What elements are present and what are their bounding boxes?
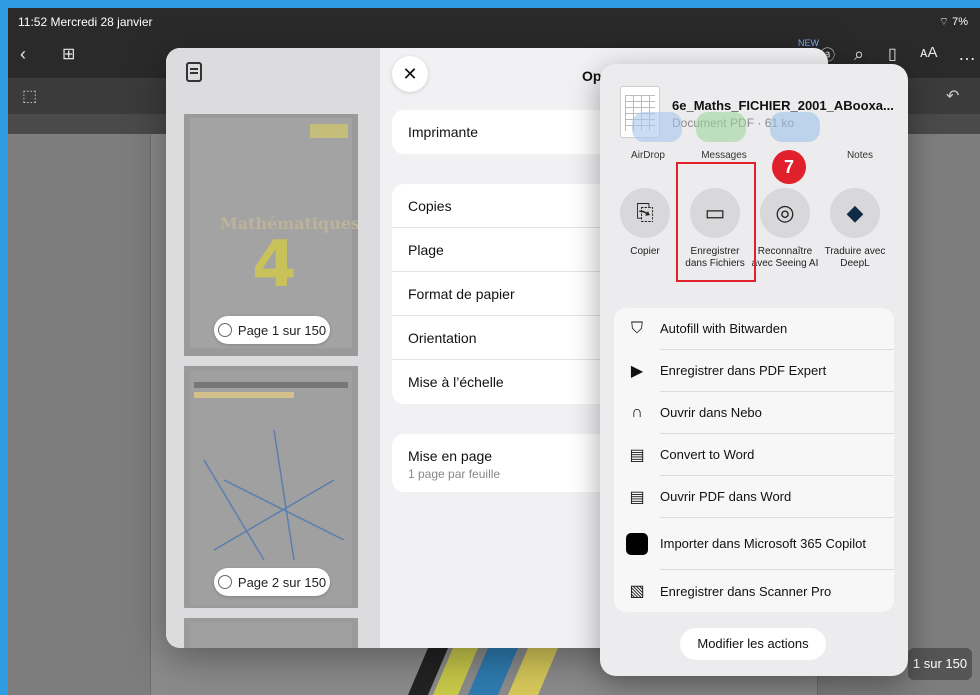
step-badge: 7: [772, 150, 806, 184]
scanner-pro-icon: ▧: [629, 583, 645, 600]
book-icon[interactable]: ▯: [888, 44, 897, 64]
action-label: Traduire avec DeepL: [824, 246, 886, 269]
list-item-pdf-expert[interactable]: ▶ Enregistrer dans PDF Expert: [614, 350, 894, 392]
highlight-box: [676, 162, 756, 282]
action-copy[interactable]: ⎘ Copier: [610, 188, 680, 258]
grid-icon[interactable]: ⊞: [62, 44, 75, 64]
radio-icon: [217, 323, 232, 337]
list-item-scanner-pro[interactable]: ▧ Enregistrer dans Scanner Pro: [614, 570, 894, 612]
shield-icon: ⛉: [630, 320, 643, 337]
list-item-copilot[interactable]: Importer dans Microsoft 365 Copilot: [614, 518, 894, 570]
list-item-open-word[interactable]: ▤ Ouvrir PDF dans Word: [614, 476, 894, 518]
row-label: Orientation: [408, 329, 477, 346]
more-icon[interactable]: …: [958, 44, 976, 65]
status-bar: 11:52 Mercredi 28 janvier ⌔ 7%: [8, 8, 980, 34]
action-deepl[interactable]: ◆ Traduire avec DeepL: [820, 188, 890, 270]
copilot-icon-shape: [626, 533, 648, 555]
page-label: Page 2 sur 150: [237, 574, 327, 590]
deepl-icon: ◆: [830, 188, 880, 238]
copy-icon: ⎘: [620, 188, 670, 238]
share-actions-list: ⛉ Autofill with Bitwarden ▶ Enregistrer da…: [614, 308, 894, 612]
page-thumbnail-3[interactable]: [184, 618, 358, 648]
thumb-number-art: 4: [252, 228, 297, 302]
airdrop-app-icon: [632, 112, 682, 142]
edit-actions-button[interactable]: Modifier les actions: [680, 628, 826, 660]
action-label: Copier: [630, 246, 660, 257]
page-thumbnails-panel: Mathématiques 4 Page 1 sur 150 Page 2 su…: [166, 48, 380, 648]
list-item-bitwarden[interactable]: ⛉ Autofill with Bitwarden: [614, 308, 894, 350]
thumbnail-paper: [190, 622, 352, 648]
close-button[interactable]: ✕: [392, 56, 428, 92]
thumb-heading-bar: [194, 382, 348, 388]
copilot-icon: [624, 531, 650, 557]
selection-icon[interactable]: ⬚: [22, 86, 37, 106]
share-app-airdrop[interactable]: AirDrop: [618, 150, 678, 161]
list-label: Importer dans Microsoft 365 Copilot: [660, 518, 894, 570]
status-time-date: 11:52 Mercredi 28 janvier: [18, 15, 153, 29]
list-label: Enregistrer dans Scanner Pro: [660, 583, 832, 599]
back-chevron-icon[interactable]: ‹: [20, 44, 26, 65]
row-label: Format de papier: [408, 285, 515, 302]
thumb-diagram: [203, 429, 345, 561]
page-indicator: 1 sur 150: [908, 648, 972, 680]
mail-app-icon: [770, 112, 820, 142]
new-badge: NEW: [798, 38, 819, 48]
action-seeing-ai[interactable]: ◎ Reconnaître avec Seeing AI: [750, 188, 820, 270]
thumbnail-paper: Mathématiques 4: [190, 118, 358, 348]
list-item-convert-word[interactable]: ▤ Convert to Word: [614, 434, 894, 476]
row-label: Mise à l’échelle: [408, 374, 504, 390]
page-select-2[interactable]: Page 2 sur 150: [214, 568, 330, 596]
share-app-messages[interactable]: Messages: [694, 150, 754, 161]
search-icon[interactable]: ⌕: [854, 44, 864, 65]
document-icon[interactable]: [186, 62, 202, 82]
word-icon: ▤: [629, 489, 645, 506]
list-label: Convert to Word: [660, 434, 894, 476]
wifi-icon: ⌔: [938, 16, 950, 28]
list-label: Enregistrer dans PDF Expert: [660, 350, 894, 392]
nebo-icon: ∩: [631, 404, 643, 421]
radio-icon: [217, 575, 232, 589]
messages-app-icon: [696, 112, 746, 142]
word-icon: ▤: [629, 447, 645, 464]
share-app-notes[interactable]: Notes: [830, 150, 890, 161]
close-icon: ✕: [402, 64, 418, 84]
row-label: Plage: [408, 241, 444, 258]
file-name: 6e_Maths_FICHIER_2001_ABooxa...: [672, 98, 894, 113]
list-label: Ouvrir PDF dans Word: [660, 476, 894, 518]
pdf-expert-icon: ▶: [630, 363, 644, 380]
thumb-subheading: [194, 392, 294, 398]
battery-indicator: ⌔ 7%: [938, 16, 968, 28]
share-sheet: 6e_Maths_FICHIER_2001_ABooxa... Document…: [600, 64, 908, 676]
thumb-tag: [310, 124, 348, 138]
page-label: Page 1 sur 150: [237, 322, 327, 338]
action-label: Reconnaître avec Seeing AI: [751, 246, 819, 269]
text-size-icon[interactable]: ᴀA: [920, 44, 937, 61]
list-label: Ouvrir dans Nebo: [660, 392, 894, 434]
row-label: Copies: [408, 197, 452, 214]
seeing-ai-icon: ◎: [760, 188, 810, 238]
page-select-1[interactable]: Page 1 sur 150: [214, 316, 330, 344]
list-item-nebo[interactable]: ∩ Ouvrir dans Nebo: [614, 392, 894, 434]
printer-label: Imprimante: [408, 124, 479, 140]
page-thumbnail-1[interactable]: Mathématiques 4 Page 1 sur 150: [184, 114, 358, 356]
undo-icon[interactable]: ↶: [946, 86, 959, 106]
page-thumbnail-2[interactable]: Page 2 sur 150: [184, 366, 358, 608]
list-label: Autofill with Bitwarden: [660, 308, 894, 350]
